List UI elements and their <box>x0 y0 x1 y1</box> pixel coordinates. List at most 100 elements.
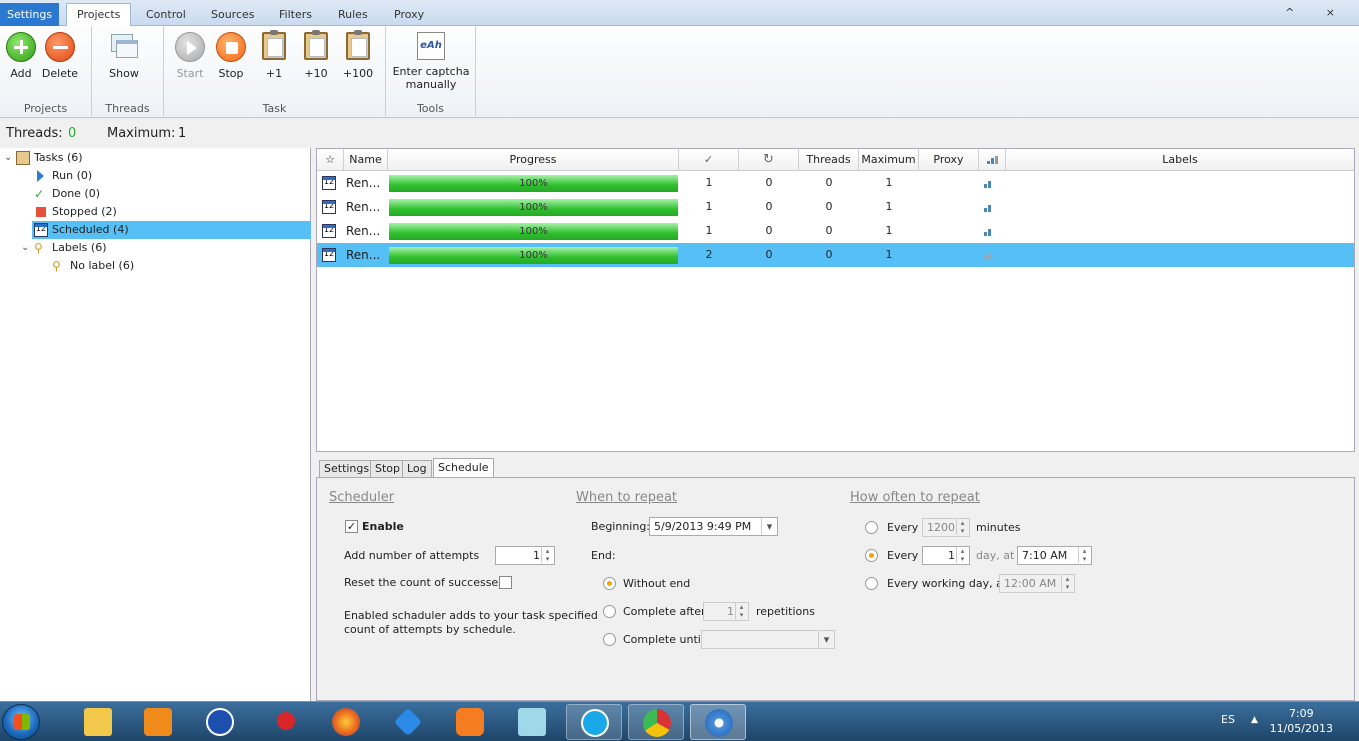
delete-button[interactable]: Delete <box>39 30 81 80</box>
start-button[interactable]: Start <box>169 30 211 80</box>
stop-button[interactable]: Stop <box>210 30 252 80</box>
working-day-radio[interactable] <box>865 577 878 590</box>
complete-after-radio[interactable] <box>603 605 616 618</box>
column-header-proxy[interactable]: Proxy <box>919 149 979 171</box>
every-day-radio[interactable] <box>865 549 878 562</box>
tab-detail-schedule[interactable]: Schedule <box>433 458 494 478</box>
plus100-label: +100 <box>342 67 374 80</box>
table-row[interactable]: 12 Ren... 100% 1 0 0 1 <box>317 219 1354 243</box>
chrome-icon <box>643 709 671 737</box>
column-header-maximum[interactable]: Maximum <box>859 149 919 171</box>
tray-expand-icon[interactable]: ▲ <box>1251 715 1258 725</box>
column-header-signal[interactable] <box>979 149 1006 171</box>
column-header-progress[interactable]: Progress <box>388 149 679 171</box>
taskbar-user-app[interactable] <box>192 704 248 740</box>
start-label: Start <box>176 67 204 80</box>
table-row[interactable]: 12 Ren... 100% 1 0 0 1 <box>317 195 1354 219</box>
captcha-label-line1: Enter captcha <box>392 65 470 78</box>
tab-settings[interactable]: Settings <box>0 3 60 26</box>
taskbar-firefox[interactable] <box>318 704 374 740</box>
tab-proxy[interactable]: Proxy <box>384 5 434 26</box>
taskbar-chrome[interactable] <box>628 704 684 740</box>
day-spinner[interactable]: 1 <box>922 546 970 565</box>
taskbar-skype[interactable] <box>566 704 622 740</box>
every-day-label: Every <box>887 549 919 562</box>
cell-name: Ren... <box>346 200 381 214</box>
taskbar-notepad[interactable] <box>504 704 560 740</box>
tab-detail-stop[interactable]: Stop <box>370 460 406 478</box>
tab-projects[interactable]: Projects <box>66 3 132 27</box>
tab-filters[interactable]: Filters <box>269 5 322 26</box>
column-header-retry[interactable]: ↻ <box>739 149 799 171</box>
tree-label-no-label: No label (6) <box>70 259 135 272</box>
column-header-success[interactable]: ✓ <box>679 149 739 171</box>
window-controls[interactable]: ^ × <box>1285 6 1349 19</box>
taskbar-pin-app[interactable] <box>258 704 314 740</box>
start-menu-button[interactable] <box>2 704 40 740</box>
notepad-icon <box>518 708 546 736</box>
table-row[interactable]: 12 Ren... 100% 1 0 0 1 <box>317 171 1354 195</box>
task-grid: ☆ Name Progress ✓ ↻ Threads Maximum Prox… <box>316 148 1355 452</box>
show-button[interactable]: Show <box>103 30 145 80</box>
plus1-button[interactable]: +1 <box>253 30 295 80</box>
system-clock[interactable]: 7:09 11/05/2013 <box>1270 706 1333 736</box>
cell-maximum: 1 <box>885 248 893 261</box>
show-label: Show <box>109 67 139 80</box>
scheduler-note-line1: Enabled schaduler adds to your task spec… <box>344 609 598 622</box>
time-spinner[interactable]: 7:10 AM <box>1017 546 1092 565</box>
working-time-spinner[interactable]: 12:00 AM <box>999 574 1075 593</box>
attempts-spinner[interactable]: 1 <box>495 546 555 565</box>
repetitions-spinner[interactable]: 1 <box>703 602 749 621</box>
tab-rules[interactable]: Rules <box>328 5 378 26</box>
windows-logo-icon <box>14 714 30 730</box>
enable-checkbox[interactable]: ✓ <box>345 520 358 533</box>
language-indicator[interactable]: ES <box>1221 713 1235 726</box>
tab-sources[interactable]: Sources <box>201 5 265 26</box>
reset-count-checkbox[interactable] <box>499 576 512 589</box>
cell-maximum: 1 <box>885 176 893 189</box>
taskbar-explorer[interactable] <box>70 704 126 740</box>
tree-node-no-label[interactable]: ⚲ No label (6) <box>52 257 134 275</box>
folder-icon <box>84 708 112 736</box>
without-end-radio[interactable] <box>603 577 616 590</box>
plus100-button[interactable]: +100 <box>337 30 379 80</box>
table-row[interactable]: 12 Ren... 100% 2 0 0 1 <box>317 243 1354 267</box>
column-header-star[interactable]: ☆ <box>317 149 344 171</box>
complete-until-date[interactable] <box>701 630 835 649</box>
column-header-labels[interactable]: Labels <box>1006 149 1354 171</box>
column-header-threads[interactable]: Threads <box>799 149 859 171</box>
expand-tasks-icon[interactable]: ⌄ <box>4 152 12 163</box>
plus10-button[interactable]: +10 <box>295 30 337 80</box>
minutes-label: minutes <box>976 521 1021 534</box>
tree-node-scheduled[interactable]: 12 Scheduled (4) <box>32 221 311 239</box>
tree-node-done[interactable]: ✓ Done (0) <box>34 185 100 203</box>
cell-maximum: 1 <box>885 224 893 237</box>
tree-node-tasks[interactable]: Tasks (6) <box>16 149 83 167</box>
every-minutes-radio[interactable] <box>865 521 878 534</box>
column-header-name[interactable]: Name <box>344 149 388 171</box>
taskbar-dropbox[interactable] <box>380 704 436 740</box>
tree-node-labels[interactable]: ⚲ Labels (6) <box>34 239 106 257</box>
user-icon <box>206 708 234 736</box>
enter-captcha-button[interactable]: eAh Enter captcha manually <box>390 30 472 91</box>
minutes-spinner[interactable]: 1200 <box>922 518 970 537</box>
beginning-datetime[interactable]: 5/9/2013 9:49 PM <box>649 517 778 536</box>
expand-labels-icon[interactable]: ⌄ <box>21 242 29 253</box>
cell-proxy <box>919 243 979 267</box>
tab-control[interactable]: Control <box>136 5 196 26</box>
tab-detail-settings[interactable]: Settings <box>319 460 375 478</box>
tab-detail-log[interactable]: Log <box>402 460 432 478</box>
tree-label-run: Run (0) <box>52 169 93 182</box>
signal-icon <box>987 156 998 164</box>
cell-threads: 0 <box>825 224 833 237</box>
taskbar-media[interactable] <box>130 704 186 740</box>
complete-until-radio[interactable] <box>603 633 616 646</box>
taskbar-xampp[interactable] <box>442 704 498 740</box>
cell-retry: 0 <box>765 176 773 189</box>
add-button[interactable]: Add <box>0 30 42 80</box>
when-heading: When to repeat <box>576 490 678 505</box>
tree-node-stopped[interactable]: Stopped (2) <box>34 203 117 221</box>
taskbar-active-app[interactable] <box>690 704 746 740</box>
tree-node-run[interactable]: Run (0) <box>34 167 92 185</box>
skype-icon <box>581 709 609 737</box>
